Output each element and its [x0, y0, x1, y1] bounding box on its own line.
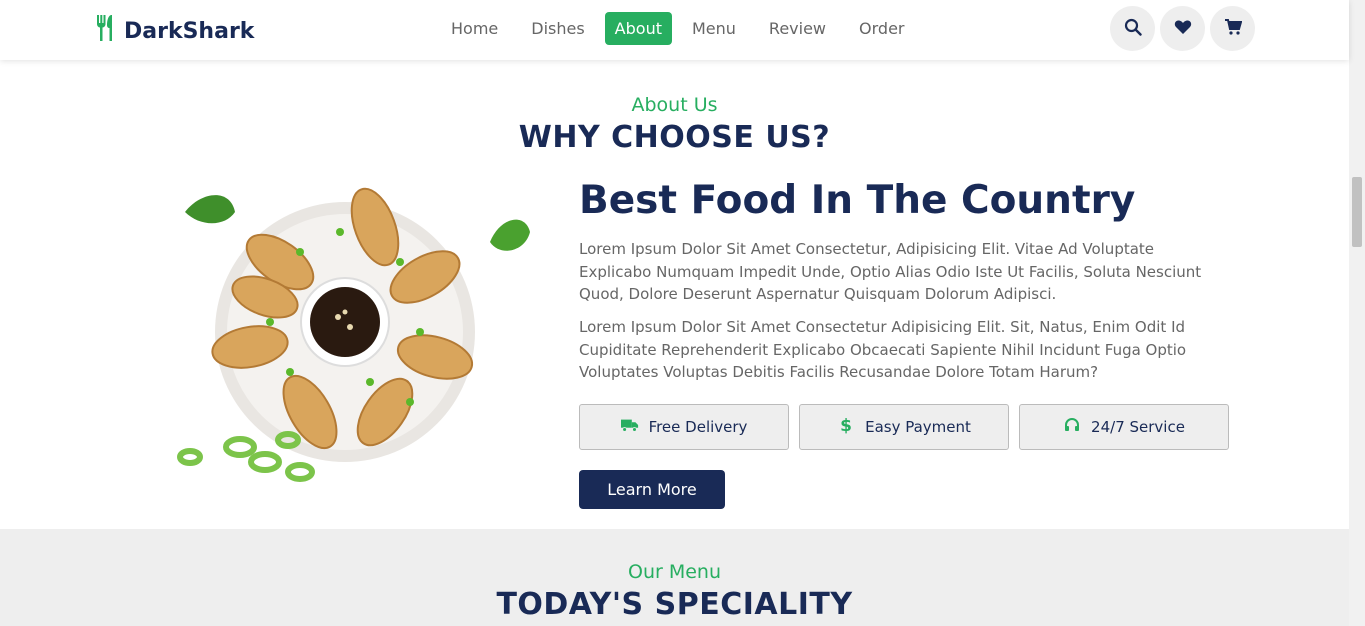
menu-section: Our Menu TODAY'S SPECIALITY: [0, 529, 1349, 626]
scrollbar-thumb[interactable]: [1352, 177, 1362, 247]
about-title: Best Food In The Country: [579, 178, 1136, 223]
about-heading: WHY CHOOSE US?: [518, 120, 831, 155]
about-paragraph-2: Lorem Ipsum Dolor Sit Amet Consectetur A…: [579, 318, 1187, 381]
utensils-icon: [94, 14, 118, 48]
about-sub-heading: About Us: [631, 94, 718, 116]
truck-icon: [620, 416, 639, 438]
headset-icon: [1063, 416, 1081, 438]
feature-label: Free Delivery: [648, 418, 748, 436]
nav-about[interactable]: About: [604, 12, 672, 45]
about-paragraph-1: Lorem Ipsum Dolor Sit Amet Consectetur, …: [579, 240, 1202, 303]
menu-heading: TODAY'S SPECIALITY: [496, 587, 853, 622]
main-nav: Home Dishes About Menu Review Order: [438, 12, 924, 45]
dumplings-image: [170, 172, 550, 492]
menu-sub-heading: Our Menu: [627, 561, 721, 583]
search-icon: [1124, 18, 1142, 40]
heart-icon: [1174, 18, 1192, 40]
feature-label: 24/7 Service: [1091, 418, 1185, 436]
features-row: Free Delivery $ Easy Payment 24/7 Servic…: [579, 404, 1229, 450]
learn-more-button[interactable]: Learn More: [579, 470, 725, 509]
cart-icon: [1224, 18, 1242, 40]
nav-home[interactable]: Home: [438, 12, 511, 45]
feature-easy-payment: $ Easy Payment: [799, 404, 1009, 450]
search-button[interactable]: [1110, 6, 1155, 51]
logo-text: DarkShark: [124, 18, 255, 44]
svg-text:$: $: [840, 416, 852, 434]
header-icons: [1110, 6, 1255, 51]
header: DarkShark Home Dishes About Menu Review …: [0, 0, 1349, 60]
cart-button[interactable]: [1210, 6, 1255, 51]
feature-free-delivery: Free Delivery: [579, 404, 789, 450]
logo[interactable]: DarkShark: [94, 14, 254, 48]
nav-dishes[interactable]: Dishes: [518, 12, 597, 45]
about-section: About Us WHY CHOOSE US? Best Food In The…: [0, 60, 1349, 529]
nav-menu[interactable]: Menu: [679, 12, 749, 45]
nav-review[interactable]: Review: [756, 12, 839, 45]
feature-24-7-service: 24/7 Service: [1019, 404, 1229, 450]
wishlist-button[interactable]: [1160, 6, 1205, 51]
page-scrollbar[interactable]: [1349, 0, 1365, 626]
nav-order[interactable]: Order: [846, 12, 917, 45]
feature-label: Easy Payment: [865, 418, 971, 436]
dollar-icon: $: [837, 416, 855, 438]
